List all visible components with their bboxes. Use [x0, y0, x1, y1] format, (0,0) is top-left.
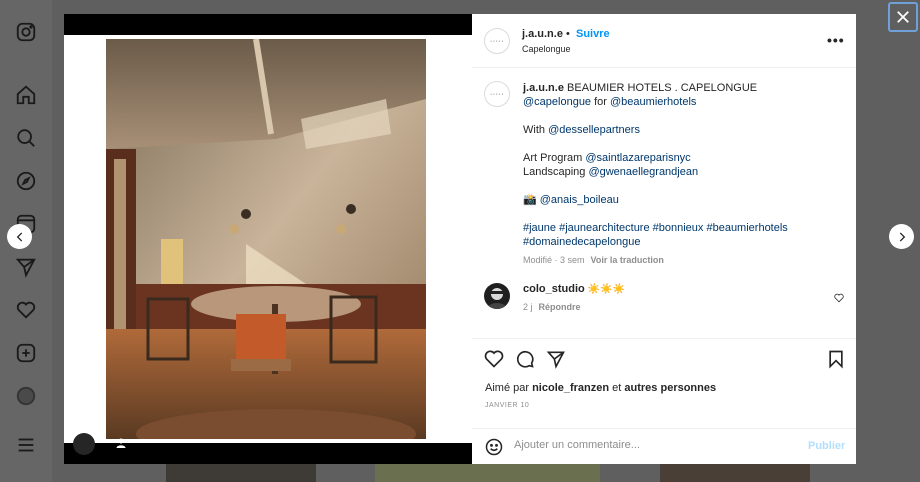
post-header: ····· j.a.u.n.e • Suivre Capelongue •••	[472, 14, 856, 68]
liker-username[interactable]: nicole_franzen	[532, 382, 609, 394]
bookmark-icon	[829, 350, 843, 369]
tagged-users-button[interactable]	[73, 433, 126, 455]
post-caption: j.a.u.n.e BEAUMIER HOTELS . CAPELONGUE @…	[523, 81, 843, 267]
mention-link[interactable]: @anais_boileau	[540, 194, 619, 206]
comment-icon	[516, 350, 534, 368]
messages-icon[interactable]	[14, 255, 38, 279]
user-icon	[116, 438, 126, 448]
author-username[interactable]: j.a.u.n.e	[522, 28, 563, 40]
follow-button[interactable]: Suivre	[576, 28, 610, 40]
like-button[interactable]	[484, 349, 506, 371]
emoji-icon	[485, 438, 503, 456]
search-icon[interactable]	[14, 126, 38, 150]
send-icon	[546, 351, 565, 369]
comment-input[interactable]	[514, 439, 794, 451]
like-comment-button[interactable]	[834, 290, 844, 308]
home-icon[interactable]	[14, 83, 38, 107]
heart-icon	[834, 293, 844, 303]
separator-dot: •	[566, 28, 570, 40]
feed-thumbnail	[375, 462, 600, 482]
publish-button[interactable]: Publier	[808, 440, 845, 452]
other-likers-link[interactable]: autres personnes	[624, 382, 716, 394]
camera-emoji: 📸	[523, 194, 540, 206]
add-comment-bar: Publier	[472, 428, 856, 464]
more-options-button[interactable]: •••	[827, 32, 845, 48]
mention-link[interactable]: @gwenaellegrandjean	[588, 166, 698, 178]
post-date: JANVIER 10	[485, 402, 530, 409]
previous-post-button[interactable]	[7, 224, 32, 249]
post-modal: ····· j.a.u.n.e • Suivre Capelongue ••• …	[64, 14, 856, 464]
mention-link[interactable]: @beaumierhotels	[610, 96, 696, 108]
close-button[interactable]	[888, 2, 918, 32]
caption-username[interactable]: j.a.u.n.e	[523, 82, 564, 94]
comment-age: 2 j	[523, 302, 533, 312]
close-icon	[897, 11, 909, 23]
commenter-avatar[interactable]	[484, 283, 510, 309]
hashtags[interactable]: #domainedecapelongue	[523, 235, 843, 249]
next-post-button[interactable]	[889, 224, 914, 249]
caption-line-1: BEAUMIER HOTELS . CAPELONGUE	[567, 82, 758, 94]
create-icon[interactable]	[14, 341, 38, 365]
post-media	[64, 14, 472, 464]
post-location[interactable]: Capelongue	[522, 44, 571, 54]
mention-link[interactable]: @dessellepartners	[548, 124, 640, 136]
caption-modified: Modifié · 3 sem	[523, 255, 585, 265]
profile-avatar[interactable]	[14, 384, 38, 408]
feed-thumbnail	[660, 462, 810, 482]
post-photo[interactable]	[64, 35, 472, 455]
comment-text: ☀️☀️☀️	[587, 284, 626, 295]
share-button[interactable]	[546, 349, 568, 371]
mention-link[interactable]: @capelongue	[523, 96, 591, 108]
chevron-right-icon	[899, 231, 905, 242]
interior-photo-illustration	[106, 39, 426, 439]
emoji-button[interactable]	[484, 437, 504, 462]
hashtags[interactable]: #jaune #jaunearchitecture #bonnieux #bea…	[523, 221, 843, 235]
likes-summary: Aimé par nicole_franzen et autres person…	[485, 382, 717, 394]
reply-button[interactable]: Répondre	[539, 302, 581, 312]
comment-button[interactable]	[515, 349, 537, 371]
comment: colo_studio ☀️☀️☀️ 2 j Répondre	[523, 283, 625, 312]
author-avatar[interactable]: ·····	[484, 28, 510, 54]
caption-author-avatar[interactable]: ·····	[484, 81, 510, 107]
explore-icon[interactable]	[14, 169, 38, 193]
menu-icon[interactable]	[14, 433, 38, 457]
post-sidebar: ····· j.a.u.n.e • Suivre Capelongue ••• …	[472, 14, 856, 464]
post-actions: Aimé par nicole_franzen et autres person…	[472, 338, 856, 434]
chevron-left-icon	[16, 231, 22, 242]
instagram-icon[interactable]	[14, 20, 38, 44]
mention-link[interactable]: @saintlazareparisnyc	[585, 152, 690, 164]
comments-area[interactable]: ····· j.a.u.n.e BEAUMIER HOTELS . CAPELO…	[472, 69, 856, 339]
feed-thumbnail	[166, 462, 316, 482]
heart-icon	[484, 350, 504, 368]
see-translation-link[interactable]: Voir la traduction	[591, 255, 664, 265]
save-button[interactable]	[826, 349, 848, 371]
commenter-username[interactable]: colo_studio	[523, 283, 585, 295]
notifications-icon[interactable]	[14, 298, 38, 322]
